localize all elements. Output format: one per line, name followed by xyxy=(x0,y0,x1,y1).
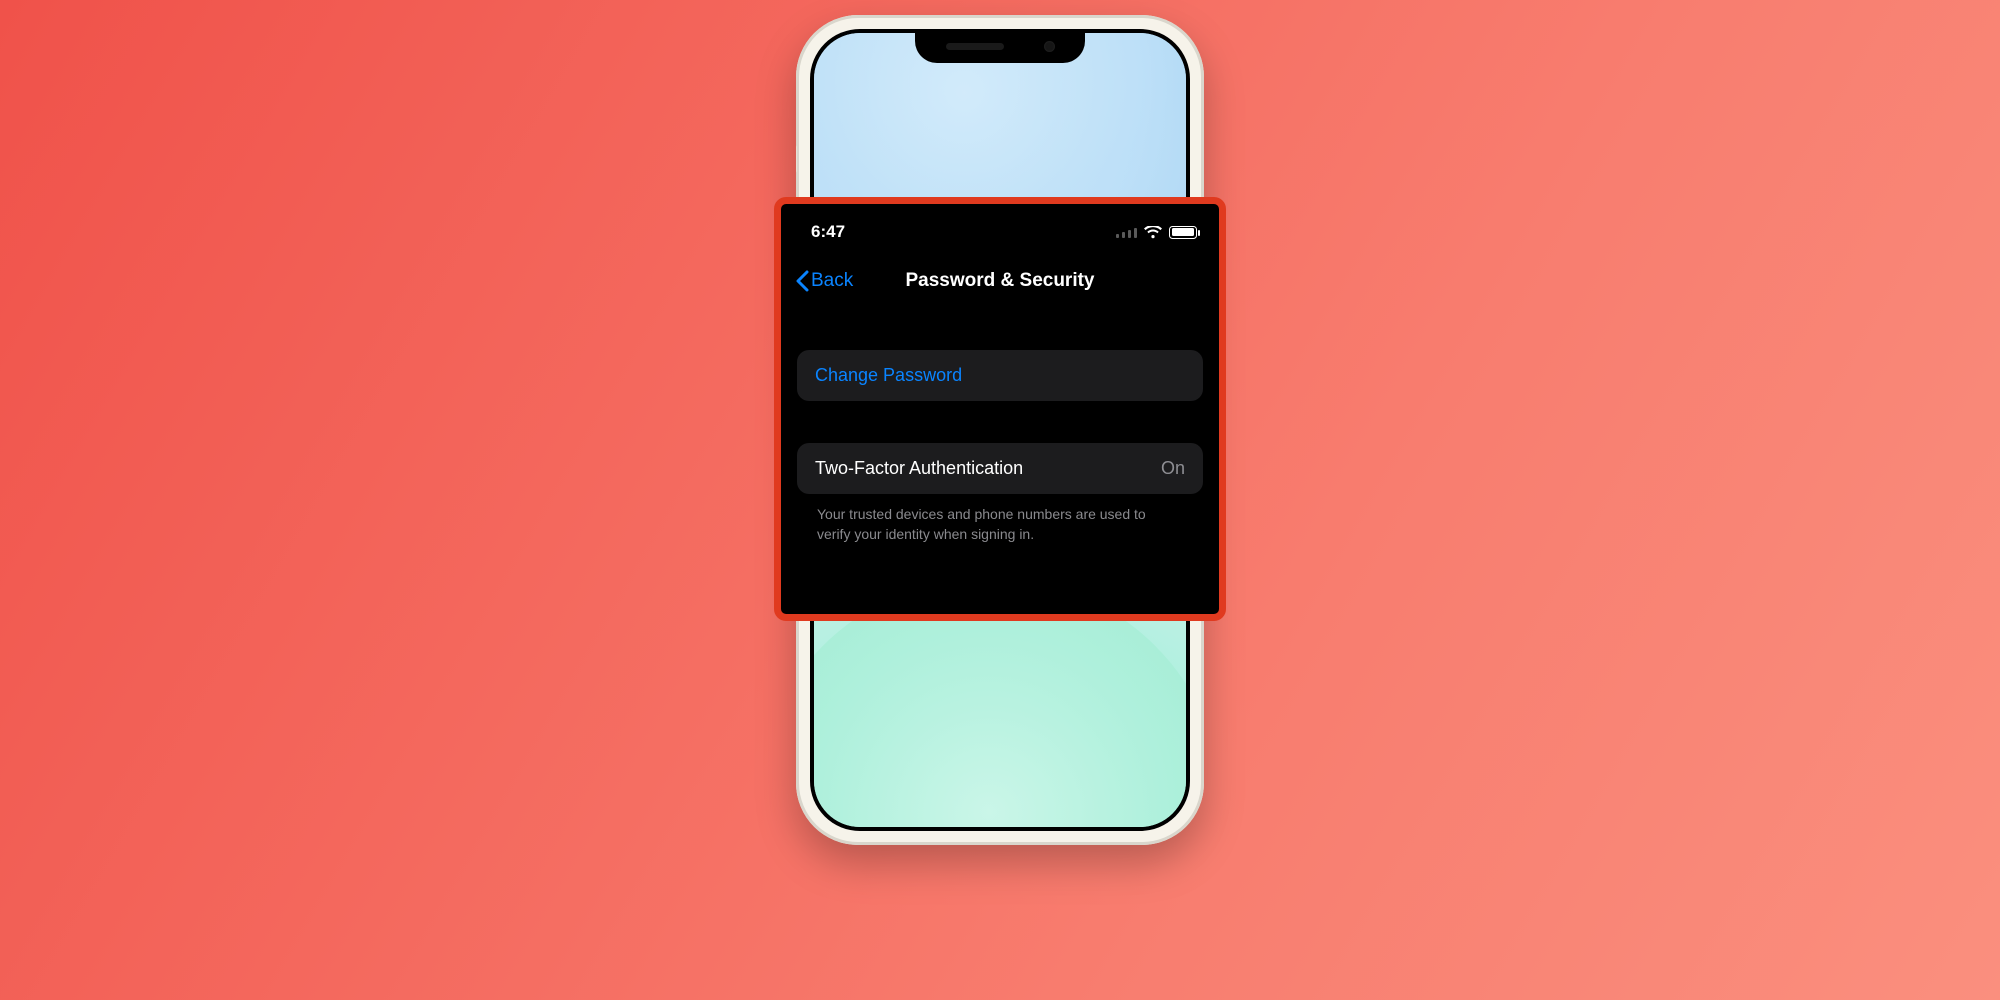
phone-notch xyxy=(915,29,1085,63)
status-time: 6:47 xyxy=(811,222,845,242)
cellular-signal-icon xyxy=(1116,227,1137,238)
two-factor-value: On xyxy=(1161,458,1185,479)
change-password-label: Change Password xyxy=(815,365,962,386)
back-button[interactable]: Back xyxy=(795,270,853,292)
back-label: Back xyxy=(811,270,853,292)
nav-bar: Back Password & Security xyxy=(781,248,1219,298)
chevron-left-icon xyxy=(795,270,809,292)
section-two-factor: Two-Factor Authentication On Your truste… xyxy=(781,443,1219,545)
two-factor-footer: Your trusted devices and phone numbers a… xyxy=(797,494,1203,545)
wifi-icon xyxy=(1144,226,1162,239)
page-title: Password & Security xyxy=(905,270,1094,292)
battery-level xyxy=(1172,228,1194,236)
two-factor-label: Two-Factor Authentication xyxy=(815,458,1023,479)
battery-icon xyxy=(1169,226,1197,239)
phone-silent-switch xyxy=(796,145,797,173)
status-bar: 6:47 xyxy=(781,204,1219,248)
phone-front-camera xyxy=(1044,41,1055,52)
change-password-row[interactable]: Change Password xyxy=(797,350,1203,401)
status-indicators xyxy=(1116,226,1197,239)
phone-speaker xyxy=(946,43,1004,50)
section-change-password: Change Password xyxy=(781,350,1219,401)
two-factor-row[interactable]: Two-Factor Authentication On xyxy=(797,443,1203,494)
stage: 6:47 xyxy=(0,0,2000,1000)
settings-card: 6:47 xyxy=(774,197,1226,621)
